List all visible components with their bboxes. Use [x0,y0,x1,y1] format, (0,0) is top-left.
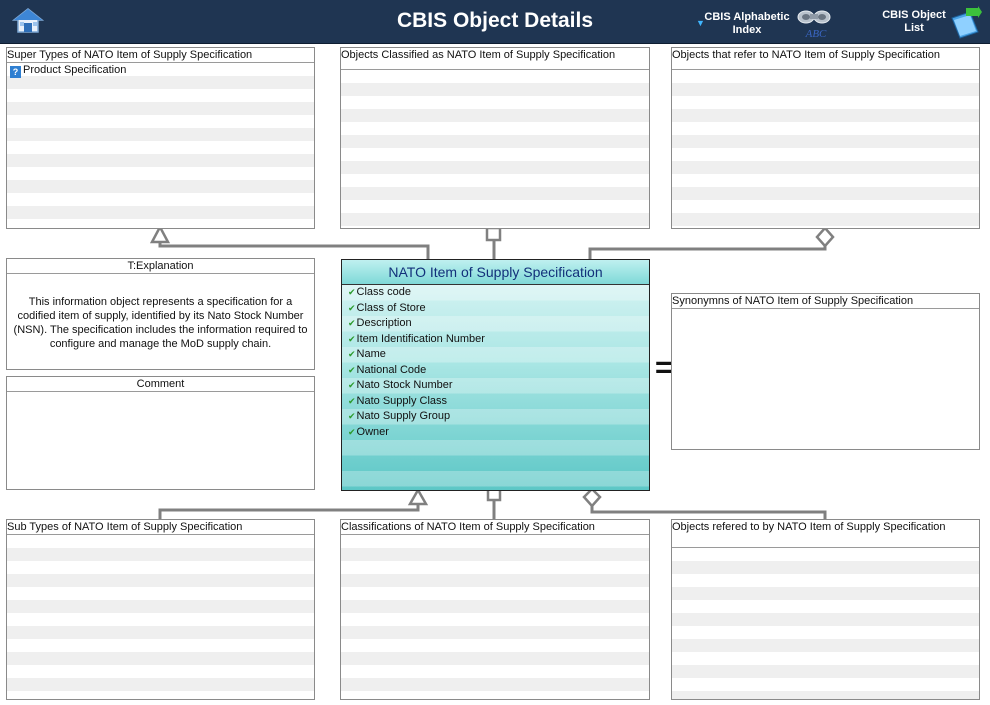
sub-types-list [7,535,314,699]
question-icon: ? [10,66,21,78]
attribute-label: Item Identification Number [356,332,485,345]
reference-diamond-top [815,226,835,248]
super-type-label: Product Specification [23,64,127,76]
check-icon: ✔ [348,380,356,390]
refered-by-panel: Objects refered to by NATO Item of Suppl… [671,519,980,700]
refered-by-title: Objects refered to by NATO Item of Suppl… [672,520,979,548]
classification-square-top [485,226,502,242]
synonyms-title: Synonymns of NATO Item of Supply Specifi… [672,294,979,309]
classified-as-panel: Objects Classified as NATO Item of Suppl… [340,47,650,229]
attribute-label: Class of Store [356,301,426,314]
check-icon: ✔ [348,349,356,359]
classified-as-title: Objects Classified as NATO Item of Suppl… [341,48,649,70]
check-icon: ✔ [348,333,356,344]
class-attribute[interactable]: ✔Class code [342,285,649,301]
attribute-label: Nato Supply Group [356,410,451,422]
comment-title: Comment [7,377,314,392]
equivalence-symbol: = [655,351,673,384]
check-icon: ✔ [348,302,356,313]
generalization-arrow-bottom [407,487,429,506]
class-attribute[interactable]: ✔Nato Supply Group [342,409,649,425]
attribute-label: Class code [356,286,411,298]
class-box-title: NATO Item of Supply Specification [342,260,649,285]
class-attribute[interactable]: ✔Item Identification Number [342,332,649,348]
class-attribute[interactable]: ✔Description [342,316,649,332]
class-box[interactable]: NATO Item of Supply Specification ✔Class… [341,259,650,491]
comment-panel: Comment [6,376,315,490]
check-icon: ✔ [348,411,356,421]
list-item[interactable]: ? Product Specification [7,63,314,78]
check-icon: ✔ [348,364,356,375]
synonyms-panel: Synonymns of NATO Item of Supply Specifi… [671,293,980,450]
check-icon: ✔ [348,318,356,328]
class-attribute[interactable]: ✔Nato Supply Class [342,394,649,410]
attribute-label: Name [356,348,386,360]
class-attribute[interactable]: ✔Nato Stock Number [342,378,649,394]
super-types-list: ? Product Specification [7,63,314,228]
explanation-title: T:Explanation [7,259,314,274]
check-icon: ✔ [348,395,356,406]
class-attribute[interactable]: ✔Owner [342,425,649,441]
attribute-label: Description [356,317,412,329]
attribute-label: National Code [356,363,427,376]
sub-types-panel: Sub Types of NATO Item of Supply Specifi… [6,519,315,700]
classifications-title: Classifications of NATO Item of Supply S… [341,520,649,535]
explanation-text: This information object represents a spe… [13,296,308,350]
class-attribute-list: ✔Class code ✔Class of Store ✔Description… [342,285,649,490]
attribute-label: Nato Supply Class [356,394,448,407]
super-types-title: Super Types of NATO Item of Supply Speci… [7,48,314,63]
check-icon: ✔ [348,426,356,437]
super-types-panel: Super Types of NATO Item of Supply Speci… [6,47,315,229]
refer-to-list [672,70,979,228]
refered-by-list [672,548,979,699]
classified-as-list [341,70,649,228]
attribute-label: Owner [356,425,389,438]
reference-diamond-bottom [582,487,602,508]
attribute-label: Nato Stock Number [356,379,453,391]
classifications-list [341,535,649,699]
classifications-panel: Classifications of NATO Item of Supply S… [340,519,650,700]
generalization-arrow-top [149,224,171,244]
sub-types-title: Sub Types of NATO Item of Supply Specifi… [7,520,314,535]
refer-to-title: Objects that refer to NATO Item of Suppl… [672,48,979,70]
class-attribute[interactable]: ✔Name [342,347,649,363]
class-attribute[interactable]: ✔National Code [342,363,649,379]
check-icon: ✔ [348,287,356,297]
comment-text [7,392,314,396]
class-attribute[interactable]: ✔Class of Store [342,301,649,317]
refer-to-panel: Objects that refer to NATO Item of Suppl… [671,47,980,229]
explanation-panel: T:Explanation This information object re… [6,258,315,370]
